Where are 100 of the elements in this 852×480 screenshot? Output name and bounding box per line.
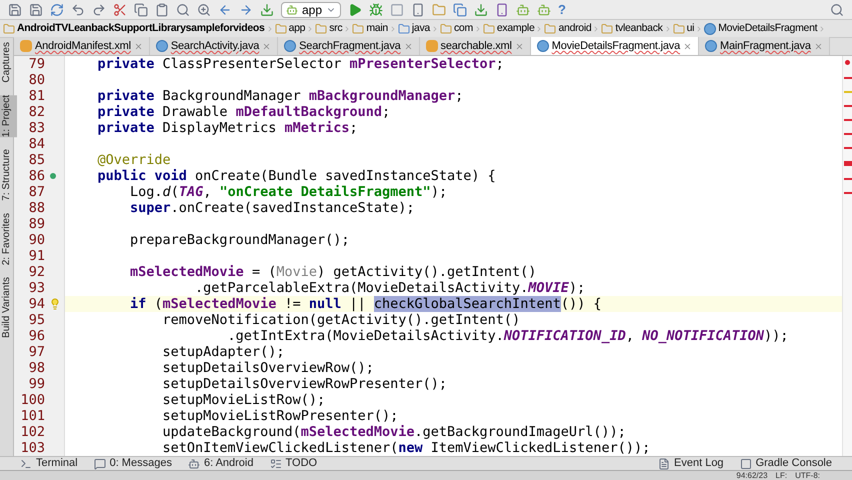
breadcrumb-item[interactable]: com xyxy=(438,20,474,36)
terminal-icon xyxy=(20,458,32,470)
folder-icon xyxy=(352,22,364,34)
line-number: 90 xyxy=(28,232,45,248)
search-icon[interactable] xyxy=(830,2,844,16)
side-tool-tab[interactable]: Captures xyxy=(0,42,17,83)
close-icon[interactable] xyxy=(262,42,272,50)
undo-icon[interactable] xyxy=(71,2,85,16)
line-number: 98 xyxy=(28,360,45,376)
code-line: setupDetailsOverviewRow(); xyxy=(162,360,374,376)
line-number: 82 xyxy=(28,104,45,120)
code-line: super.onCreate(savedInstanceState); xyxy=(129,200,415,216)
side-tool-tab[interactable]: 1: Project xyxy=(0,94,17,137)
breadcrumb-item[interactable]: AndroidTVLeanbackSupportLibrarysampleforvideos xyxy=(2,20,266,36)
tool-window-button[interactable]: 0: Messages xyxy=(94,455,172,472)
tab-label: AndroidManifest.xml xyxy=(35,38,131,54)
redo-icon[interactable] xyxy=(92,2,106,16)
xml-file-icon xyxy=(20,40,32,52)
folder-icon xyxy=(274,22,287,34)
back-icon[interactable] xyxy=(218,2,232,16)
folder-icon xyxy=(672,22,685,34)
tool-window-button[interactable]: TODO xyxy=(270,455,318,472)
line-number: 87 xyxy=(28,184,45,200)
line-number: 100 xyxy=(20,392,45,408)
tool-window-button[interactable]: Event Log xyxy=(658,455,724,472)
class-file-icon xyxy=(156,40,168,52)
android-icon[interactable] xyxy=(537,2,552,16)
code-line: updateBackground(mSelectedMovie.getBackgroundImageUrl()); xyxy=(162,424,626,440)
breadcrumb-item[interactable]: MovieDetailsFragment xyxy=(703,20,818,36)
code-line: private DisplayMetrics mMetrics; xyxy=(96,120,358,136)
tool-window-button[interactable]: Terminal xyxy=(20,455,78,472)
editor-tab[interactable]: SearchActivity.java xyxy=(150,37,278,55)
class-file-icon xyxy=(705,40,718,52)
editor-tab[interactable]: searchable.xml xyxy=(420,37,531,55)
source-folder-icon xyxy=(398,22,410,34)
breadcrumb-item[interactable]: android xyxy=(543,20,592,36)
line-separator[interactable]: LF: xyxy=(776,471,788,480)
tab-label: searchable.xml xyxy=(440,38,512,54)
line-number: 88 xyxy=(28,200,45,216)
save-icon[interactable] xyxy=(8,2,22,16)
code-line: removeNotification(getActivity().getIntent() xyxy=(162,312,520,328)
run-icon[interactable] xyxy=(348,2,362,16)
breadcrumb-item[interactable]: java xyxy=(396,20,431,36)
close-icon[interactable] xyxy=(134,42,143,50)
code-line: public void onCreate(Bundle savedInstanceState) { xyxy=(96,168,496,184)
line-number: 84 xyxy=(28,136,45,152)
editor-tab[interactable]: MovieDetailsFragment.java xyxy=(530,37,700,55)
line-number: 93 xyxy=(28,280,45,296)
console-icon xyxy=(740,458,752,470)
class-file-icon xyxy=(284,40,296,52)
find-icon[interactable] xyxy=(176,2,190,16)
close-icon[interactable] xyxy=(683,42,692,50)
breadcrumb-item[interactable]: example xyxy=(482,20,536,36)
run-config-dropdown[interactable]: app xyxy=(281,2,342,18)
bulb-icon[interactable] xyxy=(49,298,61,310)
stop-icon[interactable] xyxy=(390,2,404,16)
editor-tab[interactable]: SearchFragment.java xyxy=(278,37,420,55)
line-number: 96 xyxy=(28,328,45,344)
cut-icon[interactable] xyxy=(113,2,127,16)
paste-icon[interactable] xyxy=(155,2,169,16)
code-line: setupAdapter(); xyxy=(162,344,284,360)
close-icon[interactable] xyxy=(404,42,413,50)
code-line: private Drawable mDefaultBackground; xyxy=(96,104,390,120)
file-encoding[interactable]: UTF-8: xyxy=(795,471,820,480)
code-line: setupDetailsOverviewRowPresenter(); xyxy=(162,376,448,392)
document-icon xyxy=(658,458,670,470)
folder-icon xyxy=(3,22,15,34)
checklist-icon xyxy=(270,458,282,470)
tool-window-button[interactable]: 6: Android xyxy=(188,455,254,472)
code-line: if (mSelectedMovie != null || checkGlobalSearchIntent()) { xyxy=(129,296,602,312)
forward-icon[interactable] xyxy=(239,2,253,16)
breadcrumb-item[interactable]: main xyxy=(351,20,389,36)
folder-icon xyxy=(544,22,556,34)
folder-icon xyxy=(440,22,452,34)
debug-icon[interactable] xyxy=(369,2,384,16)
side-tool-tab[interactable]: Build Variants xyxy=(0,276,17,338)
device-icon[interactable] xyxy=(411,2,426,16)
side-tool-tab[interactable]: 2: Favorites xyxy=(0,212,17,265)
tool-window-button[interactable]: Gradle Console xyxy=(740,455,832,472)
close-icon[interactable] xyxy=(814,42,823,50)
breadcrumb-item[interactable]: src xyxy=(314,20,344,36)
override-marker-icon[interactable] xyxy=(50,173,56,179)
editor-tab[interactable]: AndroidManifest.xml xyxy=(14,37,150,55)
tab-label: SearchActivity.java xyxy=(170,38,260,54)
tab-label: MovieDetailsFragment.java xyxy=(552,38,680,54)
line-number: 83 xyxy=(28,120,45,136)
robot-icon xyxy=(286,4,298,16)
save-all-icon[interactable] xyxy=(29,2,43,16)
robot-icon xyxy=(188,458,200,470)
copy-icon[interactable] xyxy=(134,2,148,16)
breadcrumb-item[interactable]: ui xyxy=(672,20,696,36)
breadcrumb-item[interactable]: app xyxy=(274,20,306,36)
side-tool-tab[interactable]: 7: Structure xyxy=(0,148,17,201)
caret-position[interactable]: 94:62/23 xyxy=(736,471,768,480)
xml-file-icon xyxy=(426,40,438,52)
editor-tab[interactable]: MainFragment.java xyxy=(699,37,830,55)
sync-icon[interactable] xyxy=(50,2,64,16)
line-number: 91 xyxy=(28,248,45,264)
close-icon[interactable] xyxy=(514,42,524,50)
breadcrumb-item[interactable]: tvleanback xyxy=(600,20,664,36)
